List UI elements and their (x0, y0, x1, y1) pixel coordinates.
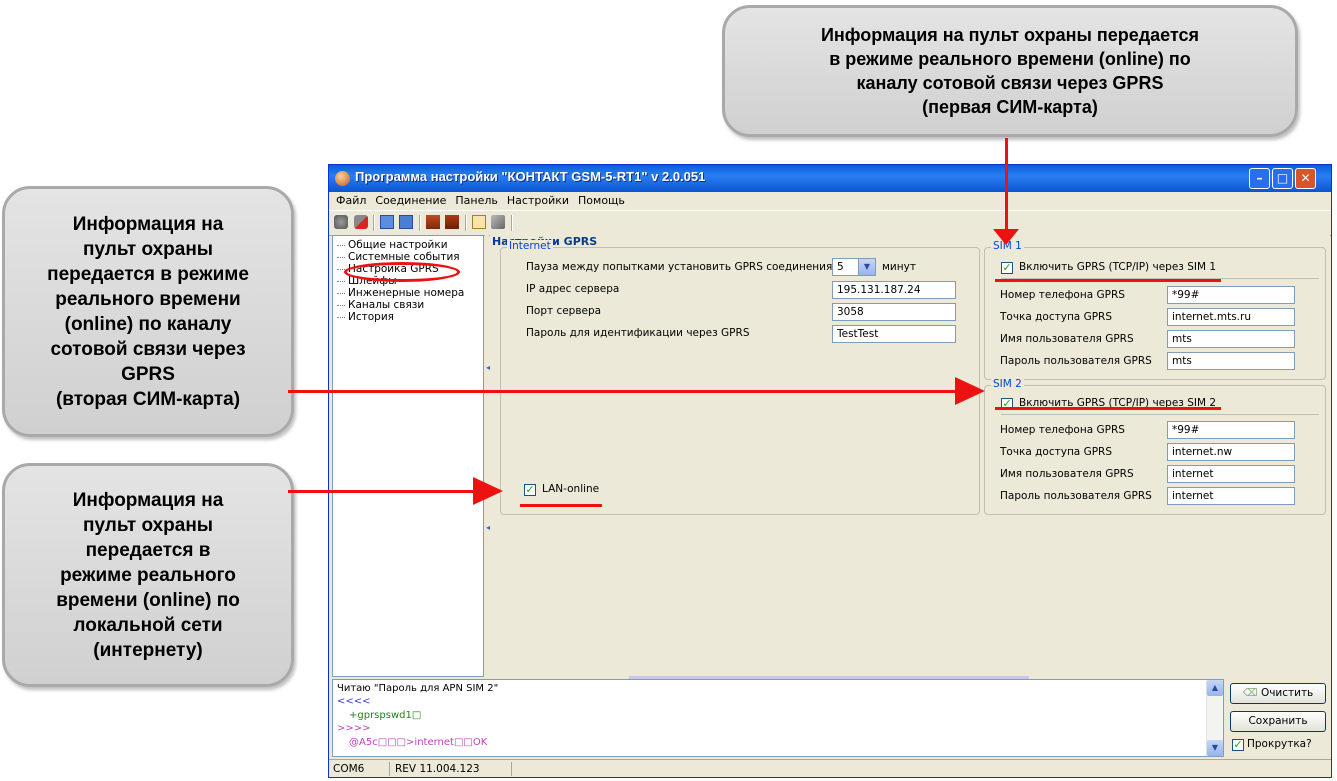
sim2-underline (995, 407, 1221, 410)
notepad-icon[interactable] (472, 215, 486, 229)
disconnect-icon[interactable] (354, 215, 368, 229)
sim2-phone-field[interactable]: *99# (1167, 421, 1295, 439)
sim1-phone-label: Номер телефона GPRS (1000, 289, 1125, 301)
scroll-up-icon[interactable]: ▲ (1207, 680, 1223, 696)
log-scrollbar[interactable]: ▲ ▼ (1206, 680, 1223, 756)
sim1-apn-label: Точка доступа GPRS (1000, 311, 1113, 323)
port-field[interactable]: 3058 (832, 303, 956, 321)
log-line: >>>> (337, 723, 371, 734)
menu-bar: Файл Соединение Панель Настройки Помощь (329, 192, 1331, 210)
clear-button[interactable]: ⌫ Очистить (1230, 683, 1326, 704)
tree-item-channels[interactable]: Каналы связи (337, 299, 424, 311)
log-line: @A5c□□□>internet□□OK (349, 737, 488, 748)
arrow-right-icon (473, 477, 503, 505)
download-icon[interactable] (445, 215, 459, 229)
sim1-group: SIM 1 ✓ Включить GPRS (TCP/IP) через SIM… (984, 240, 1326, 380)
pause-select[interactable]: 5 ▼ (832, 258, 876, 276)
upload-icon[interactable] (426, 215, 440, 229)
scroll-down-icon[interactable]: ▼ (1207, 740, 1223, 756)
status-port: COM6 (329, 762, 390, 776)
connect-icon[interactable] (334, 215, 348, 229)
arrow-line (288, 390, 956, 393)
sim2-apn-field[interactable]: internet.nw (1167, 443, 1295, 461)
close-button[interactable]: ✕ (1295, 168, 1316, 189)
eraser-icon: ⌫ (1242, 687, 1261, 699)
sim2-user-field[interactable]: internet (1167, 465, 1295, 483)
tree-item-engineer-numbers[interactable]: Инженерные номера (337, 287, 464, 299)
menu-connection[interactable]: Соединение (373, 192, 448, 209)
status-bar: COM6 REV 11.004.123 (329, 759, 1331, 778)
pause-label: Пауза между попытками установить GPRS со… (526, 261, 833, 273)
sim2-pass-label: Пароль пользователя GPRS (1000, 490, 1152, 502)
lan-underline (520, 504, 602, 507)
arrow-down-icon (993, 229, 1019, 245)
pause-unit: минут (882, 261, 916, 273)
sim1-pass-field[interactable]: mts (1167, 352, 1295, 370)
window-title: Программа настройки "КОНТАКТ GSM-5-RT1" … (355, 169, 706, 184)
internet-group: Internet Пауза между попытками установит… (500, 240, 980, 515)
app-icon (335, 171, 350, 186)
sim1-phone-field[interactable]: *99# (1167, 286, 1295, 304)
status-rev: REV 11.004.123 (391, 762, 512, 776)
maximize-button[interactable]: □ (1272, 168, 1293, 189)
sim1-pass-label: Пароль пользователя GPRS (1000, 355, 1152, 367)
sim2-phone-label: Номер телефона GPRS (1000, 424, 1125, 436)
sim1-user-label: Имя пользователя GPRS (1000, 333, 1134, 345)
title-bar[interactable]: Программа настройки "КОНТАКТ GSM-5-RT1" … (329, 165, 1331, 192)
callout-sim2-info: Информация на пульт охраны передается в … (2, 186, 294, 437)
log-line: Читаю "Пароль для APN SIM 2" (337, 683, 499, 694)
scroll-checkbox[interactable]: ✓ (1232, 739, 1244, 751)
minimize-button[interactable]: – (1249, 168, 1270, 189)
ip-field[interactable]: 195.131.187.24 (832, 281, 956, 299)
highlight-ellipse (344, 262, 460, 282)
callout-lan-info: Информация на пульт охраны передается в … (2, 463, 294, 687)
sim2-user-label: Имя пользователя GPRS (1000, 468, 1134, 480)
log-console: Читаю "Пароль для APN SIM 2" <<<< +gprsp… (332, 679, 1224, 757)
menu-settings[interactable]: Настройки (505, 192, 571, 209)
save-button[interactable]: Сохранить (1230, 711, 1326, 732)
arrow-right-icon (955, 377, 985, 405)
scroll-label: Прокрутка? (1247, 738, 1312, 750)
write-icon[interactable] (399, 215, 413, 229)
menu-help[interactable]: Помощь (576, 192, 627, 209)
internet-legend: Internet (507, 240, 553, 252)
gprs-settings-panel: Настройки GPRS Internet Пауза между попы… (490, 235, 1330, 677)
sim2-group: SIM 2 ✓ Включить GPRS (TCP/IP) через SIM… (984, 378, 1326, 515)
log-line: <<<< (337, 696, 371, 707)
menu-file[interactable]: Файл (334, 192, 368, 209)
chevron-down-icon[interactable]: ▼ (858, 259, 875, 275)
tree-item-general[interactable]: Общие настройки (337, 239, 448, 251)
ip-label: IP адрес сервера (526, 283, 620, 295)
lan-online-label: LAN-online (542, 483, 600, 495)
tree-item-history[interactable]: История (337, 311, 394, 323)
sim2-apn-label: Точка доступа GPRS (1000, 446, 1113, 458)
settings-tree: Общие настройки Системные события Настро… (332, 235, 484, 677)
sim2-legend: SIM 2 (991, 378, 1024, 390)
port-label: Порт сервера (526, 305, 602, 317)
menu-panel[interactable]: Панель (453, 192, 500, 209)
password-field[interactable]: TestTest (832, 325, 956, 343)
app-window: Программа настройки "КОНТАКТ GSM-5-RT1" … (328, 164, 1332, 778)
read-icon[interactable] (380, 215, 394, 229)
settings-icon[interactable] (491, 215, 505, 229)
sim1-enable-label: Включить GPRS (TCP/IP) через SIM 1 (1019, 261, 1217, 273)
vertical-splitter[interactable] (485, 235, 489, 675)
log-line: +gprspswd1□ (349, 710, 422, 721)
sim1-user-field[interactable]: mts (1167, 330, 1295, 348)
lan-online-checkbox[interactable]: ✓ (524, 484, 536, 496)
sim1-enable-checkbox[interactable]: ✓ (1001, 262, 1013, 274)
arrow-line (288, 490, 474, 493)
sim2-pass-field[interactable]: internet (1167, 487, 1295, 505)
password-label: Пароль для идентификации через GPRS (526, 327, 750, 339)
toolbar (329, 210, 1331, 236)
callout-sim1-info: Информация на пульт охраны передается в … (722, 5, 1298, 137)
sim1-apn-field[interactable]: internet.mts.ru (1167, 308, 1295, 326)
sim1-underline (995, 279, 1221, 282)
arrow-line (1005, 138, 1008, 231)
